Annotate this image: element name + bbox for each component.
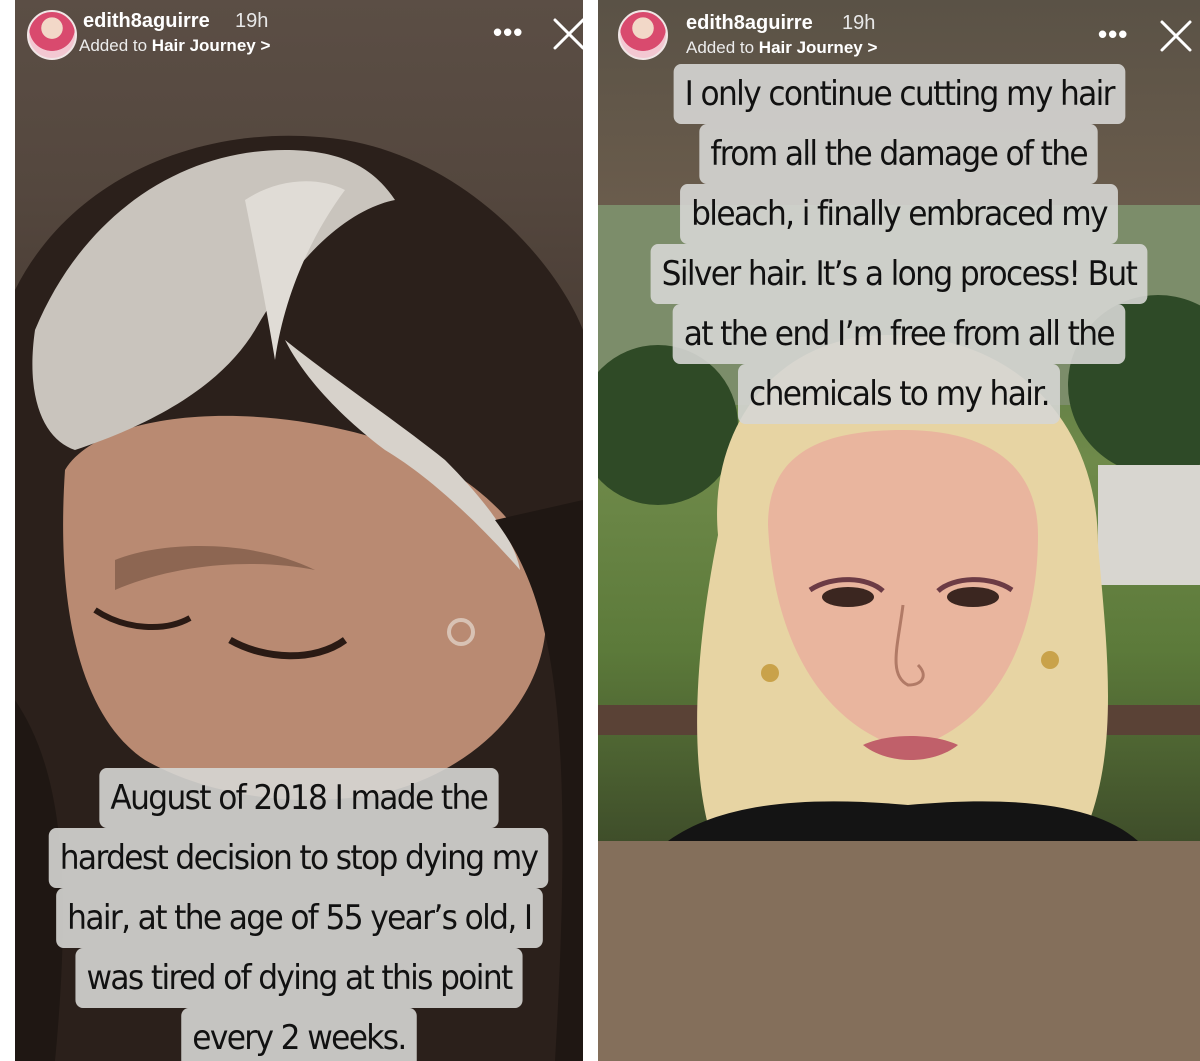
caption-line: hair, at the age of 55 year’s old, I	[55, 888, 543, 948]
close-icon[interactable]	[551, 16, 583, 52]
username[interactable]: edith8aguirre	[83, 10, 210, 33]
highlight-album-link[interactable]: Added to Hair Journey >	[686, 38, 877, 58]
story-background	[598, 841, 1200, 1061]
story-caption: August of 2018 I made the hardest decisi…	[15, 768, 583, 1061]
caption-line: from all the damage of the	[699, 124, 1099, 184]
close-icon[interactable]	[1158, 18, 1194, 54]
post-time: 19h	[235, 10, 269, 32]
story-header: edith8aguirre 19h Added to Hair Journey …	[15, 0, 583, 70]
avatar[interactable]	[618, 10, 668, 60]
more-horizontal-icon[interactable]: •••	[1098, 21, 1128, 47]
chevron-right-icon: >	[260, 36, 271, 55]
story-left[interactable]: edith8aguirre 19h Added to Hair Journey …	[15, 0, 583, 1061]
added-to-label: Added to	[686, 38, 755, 57]
post-time: 19h	[842, 12, 876, 34]
album-name: Hair Journey	[758, 38, 863, 57]
story-header: edith8aguirre 19h Added to Hair Journey …	[598, 0, 1200, 70]
caption-line: Silver hair. It’s a long process! But	[650, 244, 1148, 304]
story-caption: I only continue cutting my hair from all…	[598, 64, 1200, 424]
caption-line: bleach, i finally embraced my	[680, 184, 1118, 244]
album-name: Hair Journey	[151, 36, 256, 55]
more-horizontal-icon[interactable]: •••	[493, 19, 523, 45]
caption-line: was tired of dying at this point	[75, 948, 523, 1008]
chevron-right-icon: >	[867, 38, 878, 57]
added-to-label: Added to	[79, 36, 148, 55]
caption-line: I only continue cutting my hair	[673, 64, 1125, 124]
caption-line: August of 2018 I made the	[99, 768, 499, 828]
avatar[interactable]	[27, 10, 77, 60]
caption-line: at the end I’m free from all the	[672, 304, 1126, 364]
story-right[interactable]: edith8aguirre 19h Added to Hair Journey …	[598, 0, 1200, 1061]
username[interactable]: edith8aguirre	[686, 12, 813, 35]
highlight-album-link[interactable]: Added to Hair Journey >	[79, 36, 270, 56]
caption-line: every 2 weeks.	[181, 1008, 417, 1061]
caption-line: hardest decision to stop dying my	[49, 828, 549, 888]
caption-line: chemicals to my hair.	[738, 364, 1060, 424]
